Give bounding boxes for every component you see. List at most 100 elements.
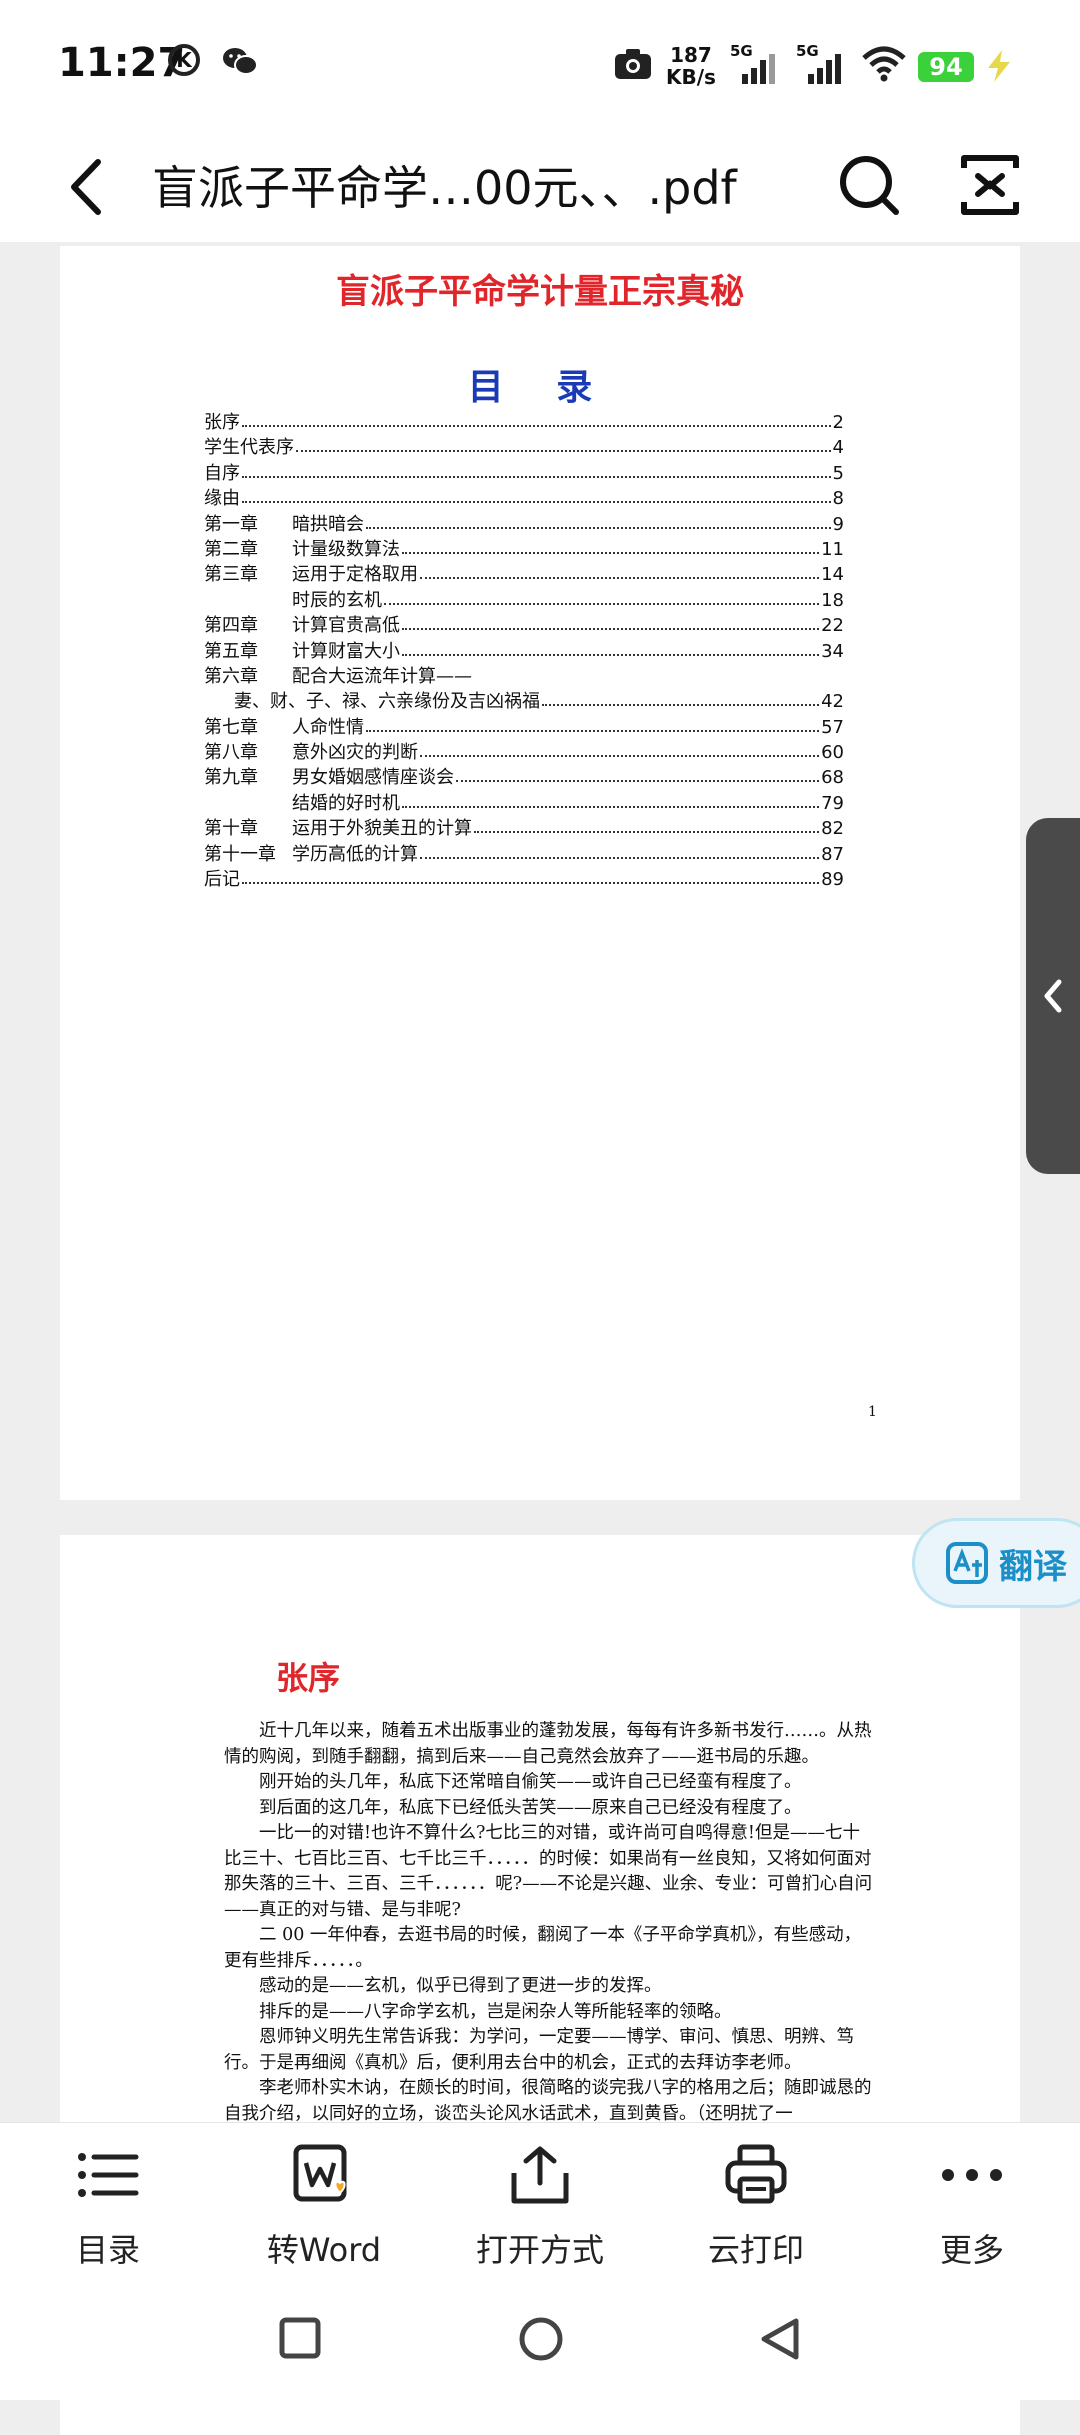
toc-entry-text: 男女婚姻感情座谈会: [292, 767, 454, 789]
toolbar-word-button[interactable]: 转Word: [216, 2123, 432, 2293]
toc-entry-title: 缘由: [204, 486, 240, 511]
speed-unit: KB/s: [666, 65, 716, 89]
toolbar-label: 打开方式: [475, 2231, 604, 2269]
signal-label: 5G: [730, 42, 753, 60]
toc-chapter-number: 第九章: [204, 767, 258, 789]
toolbar-cloud-print-button[interactable]: 云打印: [648, 2123, 864, 2293]
toc-chapter-number: 第十一章: [204, 843, 276, 865]
toc-entry-text: 结婚的好时机: [292, 792, 400, 814]
toc-entry-title: 第一章 暗拱暗会: [204, 512, 364, 537]
toc-page-number: 14: [821, 564, 844, 586]
toc-leader-dots: [402, 551, 819, 554]
toolbar-more-button[interactable]: 更多: [864, 2123, 1080, 2293]
toc-leader-dots: [242, 425, 831, 427]
toc-page-number: 2: [832, 412, 844, 433]
speed-value: 187: [670, 43, 712, 67]
toc-entry: 第四章 计算官贵高低 22: [204, 613, 844, 638]
toolbar-label: 更多: [939, 2231, 1004, 2269]
table-of-contents: 张序 2 学生代表序 4 自序 5 缘由 8 第一章 暗拱暗会 9 第二章 计量级数算法 11 第三章 运用于…: [204, 410, 844, 892]
toc-page-number: 4: [832, 437, 844, 459]
toc-entry: 第十章 运用于外貌美丑的计算 82: [204, 816, 844, 841]
toc-entry-title: 张序: [204, 410, 240, 435]
toc-entry: 张序 2: [204, 410, 844, 435]
toc-entry-title: 第七章 人命性情: [204, 715, 364, 740]
side-panel-toggle[interactable]: [1026, 818, 1080, 1174]
signal-label: 5G: [796, 42, 819, 60]
toc-chapter-number: 第一章: [204, 513, 258, 535]
recents-square-icon[interactable]: [278, 2316, 322, 2360]
toc-entry: 结婚的好时机 79: [204, 791, 844, 816]
toc-entry-title: 第六章 配合大运流年计算——: [204, 664, 472, 689]
toc-entry: 学生代表序 4: [204, 435, 844, 460]
toc-entry-text: 时辰的玄机: [292, 589, 382, 611]
word-convert-icon: [293, 2144, 347, 2202]
toolbar-label: 云打印: [707, 2231, 804, 2269]
toc-leader-dots: [402, 628, 819, 631]
toc-chapter-number: 第七章: [204, 716, 258, 738]
toc-entry-text: 计算财富大小: [292, 640, 400, 662]
toc-entry-text: 张序: [204, 412, 240, 433]
chevron-left-icon: [1044, 979, 1062, 1013]
body-paragraph: 排斥的是——八字命学玄机，岂是闲杂人等所能轻率的领略。: [259, 2001, 732, 2022]
toc-entry: 后记 89: [204, 867, 844, 892]
toc-leader-dots: [296, 450, 831, 453]
toc-entry-text: 学历高低的计算: [292, 843, 418, 865]
printer-icon: [725, 2144, 787, 2204]
network-speed: 187 KB/s: [666, 44, 716, 88]
toc-page-number: 57: [821, 716, 844, 738]
toc-page-number: 9: [832, 513, 844, 535]
body-paragraph: 二 00 一年仲春，去逛书局的时候，翻阅了一本《子平命学真机》，有些感动，更有些…: [224, 1925, 862, 1971]
translate-button[interactable]: 翻译: [912, 1518, 1080, 1608]
toc-entry: 自序 5: [204, 461, 844, 486]
toc-entry: 第九章 男女婚姻感情座谈会 68: [204, 765, 844, 790]
section-body: 近十几年以来，随着五术出版事业的蓬勃发展，每每有许多新书发行……。从热情的购阅，…: [224, 1719, 874, 2127]
toc-entry-title: 第四章 计算官贵高低: [204, 613, 400, 638]
page-number: 1: [868, 1404, 877, 1420]
search-icon[interactable]: [836, 152, 902, 218]
toolbar-open-with-button[interactable]: 打开方式: [432, 2123, 648, 2293]
signal-5g-icon: 5G: [730, 42, 775, 86]
home-circle-icon[interactable]: [518, 2316, 564, 2362]
signal-5g-icon: 5G: [796, 42, 841, 86]
translate-label: 翻译: [999, 1547, 1067, 1587]
toc-chapter-number: 第三章: [204, 564, 258, 586]
toc-leader-dots: [420, 755, 819, 758]
toc-page-number: 79: [821, 792, 844, 814]
toc-entry: 第十一章 学历高低的计算 87: [204, 842, 844, 867]
toc-chapter-number: 第十章: [204, 818, 258, 840]
toc-page-number: 5: [832, 462, 844, 484]
toc-page-number: 82: [821, 818, 844, 840]
toc-leader-dots: [542, 704, 819, 707]
back-arrow-icon[interactable]: [62, 156, 112, 218]
toc-leader-dots: [456, 780, 819, 783]
toc-page-number: 34: [821, 640, 844, 662]
toc-entry-text: 意外凶灾的判断: [292, 742, 418, 764]
toc-leader-dots: [242, 501, 831, 504]
toc-heading: 目 录: [467, 367, 613, 408]
toc-entry: 第三章 运用于定格取用 14: [204, 562, 844, 587]
pdf-page-1: 盲派子平命学计量正宗真秘 目 录 张序 2 学生代表序 4 自序 5 缘由 8 第一章 暗拱暗会 9…: [60, 246, 1020, 1500]
toc-entry-title: 第三章 运用于定格取用: [204, 562, 418, 587]
toc-entry-title: 第九章 男女婚姻感情座谈会: [204, 765, 454, 790]
toc-entry: 第六章 配合大运流年计算——: [204, 664, 844, 689]
toc-entry-text: 计算官贵高低: [292, 615, 400, 637]
toolbar-toc-button[interactable]: 目录: [0, 2123, 216, 2293]
toolbar-label: 目录: [75, 2231, 140, 2269]
section-title: 张序: [276, 1659, 341, 1697]
toc-entry: 时辰的玄机 18: [204, 588, 844, 613]
toc-entry-text: 配合大运流年计算——: [292, 665, 472, 687]
toc-entry-text: 缘由: [204, 488, 240, 510]
toc-entry: 第二章 计量级数算法 11: [204, 537, 844, 562]
toc-entry-text: 计量级数算法: [292, 538, 400, 560]
toc-page-number: 42: [821, 691, 844, 713]
body-paragraph: 恩师钟义明先生常告诉我：为学问，一定要——博学、审问、慎思、明辨、笃行。于是再细…: [224, 2027, 854, 2073]
back-triangle-icon[interactable]: [758, 2316, 802, 2362]
toolbar-label: 转Word: [266, 2231, 382, 2269]
expand-icon[interactable]: [960, 154, 1020, 216]
toc-entry-text: 人命性情: [292, 716, 364, 738]
k-badge-icon: K: [168, 44, 200, 76]
toc-page-number: 87: [821, 843, 844, 865]
toc-entry-text: 运用于外貌美丑的计算: [292, 818, 472, 840]
toc-chapter-number: 第五章: [204, 640, 258, 662]
toc-chapter-number: 第四章: [204, 615, 258, 637]
